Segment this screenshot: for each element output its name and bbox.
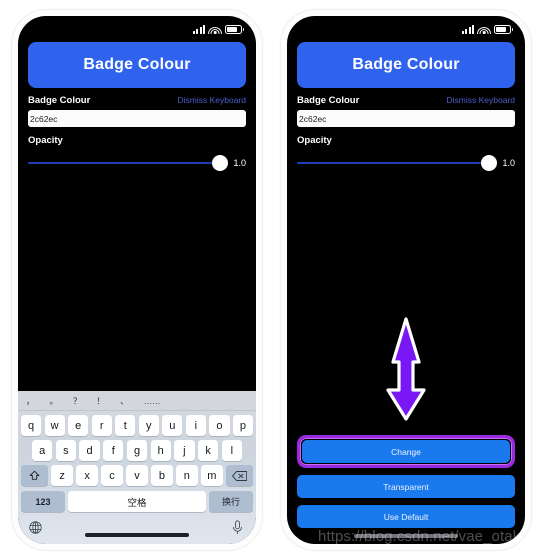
key-m[interactable]: m — [201, 465, 223, 486]
key-a[interactable]: a — [32, 440, 53, 461]
key-n[interactable]: n — [176, 465, 198, 486]
app-content-right: Badge Colour Badge Colour Dismiss Keyboa… — [287, 42, 525, 171]
opacity-slider-row: 1.0 — [28, 155, 246, 171]
screenshot-stage: Badge Colour Badge Colour Dismiss Keyboa… — [0, 0, 551, 559]
keyboard-row-1: q w e r t y u i o p — [18, 415, 256, 436]
keyboard-row-4: 123 空格 换行 — [18, 491, 256, 512]
suggestion-item[interactable]: ， — [26, 395, 35, 407]
change-button-highlight: Change — [297, 435, 515, 468]
key-j[interactable]: j — [174, 440, 195, 461]
opacity-slider[interactable] — [297, 155, 498, 171]
key-c[interactable]: c — [101, 465, 123, 486]
shift-arrow-icon[interactable] — [21, 465, 49, 486]
key-w[interactable]: w — [44, 415, 65, 436]
opacity-label: Opacity — [28, 135, 63, 146]
key-y[interactable]: y — [138, 415, 159, 436]
opacity-label: Opacity — [297, 135, 332, 146]
hex-colour-input[interactable] — [28, 110, 246, 127]
key-u[interactable]: u — [162, 415, 183, 436]
home-indicator — [354, 534, 458, 538]
use-default-button[interactable]: Use Default — [297, 505, 515, 528]
key-o[interactable]: o — [209, 415, 230, 436]
key-t[interactable]: t — [115, 415, 136, 436]
numbers-key[interactable]: 123 — [21, 491, 65, 512]
keyboard-bottom-bar — [18, 512, 256, 542]
slider-knob[interactable] — [212, 155, 229, 171]
globe-icon[interactable] — [28, 520, 43, 535]
key-k[interactable]: k — [197, 440, 219, 461]
key-p[interactable]: p — [232, 415, 254, 436]
suggestion-item[interactable]: 、 — [120, 395, 129, 407]
cellular-signal-icon — [461, 24, 474, 34]
key-h[interactable]: h — [150, 440, 171, 461]
keyboard-row-2: a s d f g h j k l — [18, 440, 256, 461]
key-s[interactable]: s — [55, 440, 77, 461]
key-z[interactable]: z — [51, 465, 73, 486]
suggestion-item[interactable]: ！ — [97, 395, 106, 407]
dismiss-keyboard-link[interactable]: Dismiss Keyboard — [178, 95, 247, 105]
key-d[interactable]: d — [79, 440, 100, 461]
battery-icon — [494, 24, 513, 34]
badge-colour-label: Badge Colour — [297, 95, 360, 106]
key-l[interactable]: l — [221, 440, 242, 461]
down-arrow-annotation-icon — [379, 316, 433, 422]
slider-knob[interactable] — [481, 155, 498, 171]
cellular-signal-icon — [192, 24, 205, 34]
key-v[interactable]: v — [126, 465, 148, 486]
wifi-icon — [208, 25, 222, 34]
key-b[interactable]: b — [151, 465, 173, 486]
badge-colour-label: Badge Colour — [28, 95, 91, 106]
opacity-value: 1.0 — [233, 158, 246, 168]
slider-track — [28, 162, 227, 164]
hex-colour-input[interactable] — [297, 110, 515, 127]
phone-screen-left: Badge Colour Badge Colour Dismiss Keyboa… — [18, 16, 256, 544]
phone-mockup-left: Badge Colour Badge Colour Dismiss Keyboa… — [12, 10, 262, 550]
battery-icon — [225, 24, 244, 34]
badge-colour-header-button[interactable]: Badge Colour — [28, 42, 246, 88]
badge-colour-row-left: Badge Colour Dismiss Keyboard — [28, 95, 246, 106]
opacity-slider[interactable] — [28, 155, 229, 171]
key-f[interactable]: f — [103, 440, 124, 461]
suggestion-item[interactable]: 。 — [50, 395, 59, 407]
key-q[interactable]: q — [20, 415, 42, 436]
action-button-stack: Change Transparent Use Default — [287, 435, 525, 528]
key-g[interactable]: g — [126, 440, 148, 461]
return-key[interactable]: 换行 — [209, 491, 253, 512]
opacity-slider-row: 1.0 — [297, 155, 515, 171]
keyboard-suggestion-bar[interactable]: ， 。 ？ ！ 、 …… — [18, 391, 256, 411]
slider-track — [297, 162, 496, 164]
change-button[interactable]: Change — [302, 440, 510, 463]
key-r[interactable]: r — [91, 415, 112, 436]
suggestion-item[interactable]: …… — [144, 396, 161, 406]
keyboard-row-3: z x c v b n m — [18, 465, 256, 486]
space-key[interactable]: 空格 — [68, 491, 206, 512]
app-content-left: Badge Colour Badge Colour Dismiss Keyboa… — [18, 42, 256, 171]
phone-screen-right: Badge Colour Badge Colour Dismiss Keyboa… — [287, 16, 525, 544]
onscreen-keyboard[interactable]: ， 。 ？ ！ 、 …… q w e r t y u i o p a s d f… — [18, 391, 256, 544]
badge-colour-row-right: Badge Colour Dismiss Keyboard — [297, 95, 515, 106]
key-x[interactable]: x — [76, 465, 98, 486]
backspace-icon[interactable] — [225, 465, 253, 486]
status-bar-right — [287, 16, 525, 40]
microphone-icon[interactable] — [231, 520, 246, 535]
suggestion-item[interactable]: ？ — [73, 395, 82, 407]
status-bar-left — [18, 16, 256, 40]
phone-mockup-right: Badge Colour Badge Colour Dismiss Keyboa… — [281, 10, 531, 550]
key-e[interactable]: e — [68, 415, 89, 436]
key-i[interactable]: i — [185, 415, 206, 436]
wifi-icon — [477, 25, 491, 34]
transparent-button[interactable]: Transparent — [297, 475, 515, 498]
opacity-value: 1.0 — [502, 158, 515, 168]
badge-colour-header-button[interactable]: Badge Colour — [297, 42, 515, 88]
home-indicator — [85, 533, 189, 537]
dismiss-keyboard-link[interactable]: Dismiss Keyboard — [447, 95, 516, 105]
